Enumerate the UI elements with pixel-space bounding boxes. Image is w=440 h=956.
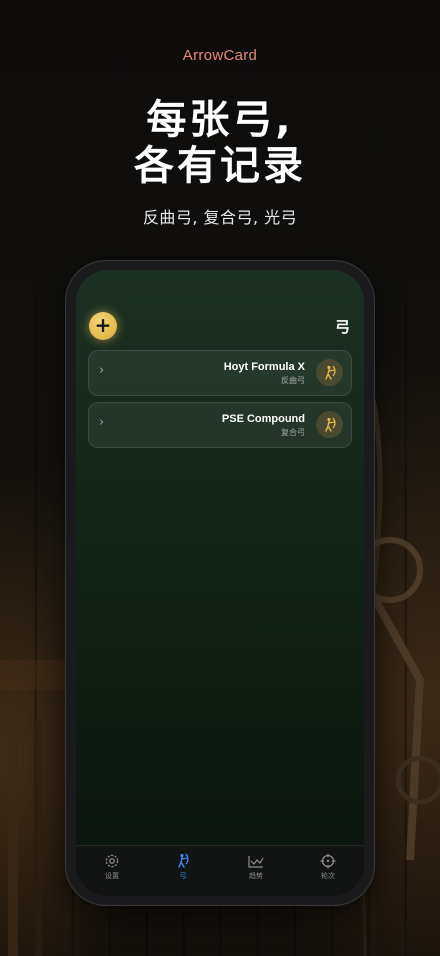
screen-title: 弓 bbox=[334, 318, 350, 336]
tab-rounds[interactable]: 轮次 bbox=[303, 853, 353, 881]
phone-mockup: + 弓 › Hoyt Formula X 反曲弓 › PSE Compound … bbox=[66, 261, 374, 905]
headline-line-2: 各有记录 bbox=[134, 143, 306, 189]
headline-line-1: 每张弓, bbox=[146, 97, 294, 143]
archer-icon bbox=[178, 853, 189, 868]
bow-name: PSE Compound bbox=[221, 413, 305, 425]
crosshair-icon bbox=[320, 853, 336, 869]
headline: 每张弓, 各有记录 bbox=[0, 97, 440, 189]
tab-bar: 设置 弓 趋势 轮次 bbox=[76, 845, 364, 896]
tab-bows[interactable]: 弓 bbox=[158, 853, 208, 881]
tab-label: 趋势 bbox=[249, 872, 263, 880]
bow-type: 复合弓 bbox=[281, 428, 305, 437]
tab-trends[interactable]: 趋势 bbox=[231, 853, 281, 881]
tab-label: 设置 bbox=[105, 872, 119, 880]
archer-icon bbox=[316, 411, 343, 438]
archer-icon bbox=[316, 359, 343, 386]
wood-post-decoration bbox=[0, 660, 70, 956]
brand-name: ArrowCard bbox=[182, 47, 258, 64]
app-store-screenshot: ArrowCard 每张弓, 各有记录 反曲弓, 复合弓, 光弓 + 弓 › H… bbox=[0, 0, 440, 956]
subtitle: 反曲弓, 复合弓, 光弓 bbox=[142, 208, 298, 227]
chevron-right-icon: › bbox=[99, 415, 105, 430]
bow-card-pse[interactable]: › PSE Compound 复合弓 bbox=[88, 402, 352, 448]
trend-chart-icon bbox=[248, 856, 264, 868]
bow-card-hoyt[interactable]: › Hoyt Formula X 反曲弓 bbox=[88, 350, 352, 396]
tab-settings[interactable]: 设置 bbox=[87, 853, 137, 881]
gear-icon bbox=[105, 854, 119, 868]
tab-label: 弓 bbox=[179, 872, 187, 880]
add-bow-button[interactable]: + bbox=[89, 312, 117, 340]
bow-name: Hoyt Formula X bbox=[223, 361, 305, 373]
tab-label: 轮次 bbox=[321, 872, 335, 880]
phone-screen: + 弓 › Hoyt Formula X 反曲弓 › PSE Compound … bbox=[76, 270, 364, 896]
bow-type: 反曲弓 bbox=[281, 376, 305, 385]
chevron-right-icon: › bbox=[99, 363, 105, 378]
